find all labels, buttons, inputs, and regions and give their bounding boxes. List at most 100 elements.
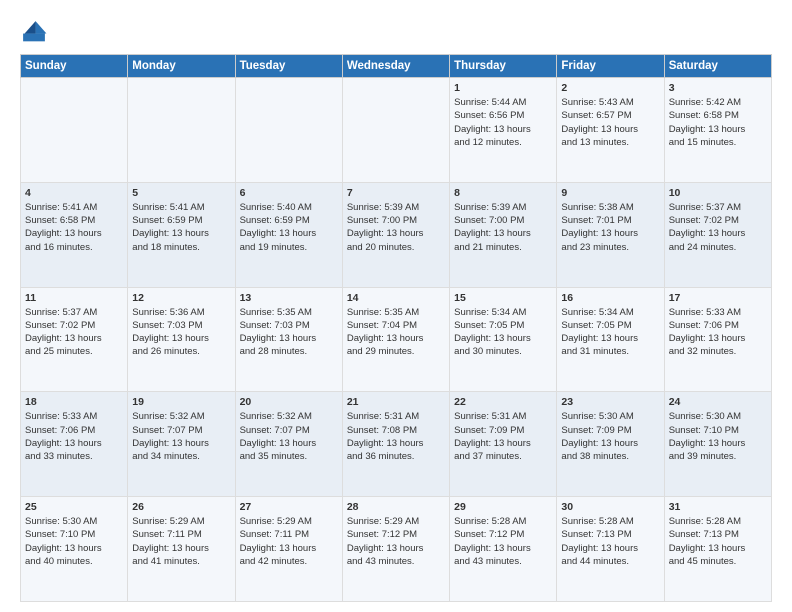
day-number: 26 (132, 501, 230, 513)
calendar-week-3: 11 Sunrise: 5:37 AM Sunset: 7:02 PM Dayli… (21, 287, 772, 392)
calendar-cell (342, 78, 449, 183)
day-number: 27 (240, 501, 338, 513)
cell-text: Sunrise: 5:31 AM Sunset: 7:08 PM Dayligh… (347, 410, 445, 463)
calendar-cell: 31Sunrise: 5:28 AM Sunset: 7:13 PM Dayli… (664, 497, 771, 602)
day-number: 2 (561, 82, 659, 94)
calendar-cell: 17 Sunrise: 5:33 AM Sunset: 7:06 PM Dayli… (664, 287, 771, 392)
cell-text: Sunrise: 5:35 AM Sunset: 7:04 PM Dayligh… (347, 306, 445, 359)
calendar-cell: 24Sunrise: 5:30 AM Sunset: 7:10 PM Dayli… (664, 392, 771, 497)
header-row: SundayMondayTuesdayWednesdayThursdayFrid… (21, 55, 772, 78)
calendar-cell: 16 Sunrise: 5:34 AM Sunset: 7:05 PM Dayli… (557, 287, 664, 392)
calendar-cell (235, 78, 342, 183)
calendar-cell: 8 Sunrise: 5:39 AM Sunset: 7:00 PM Daylig… (450, 182, 557, 287)
calendar-week-5: 25 Sunrise: 5:30 AM Sunset: 7:10 PM Dayli… (21, 497, 772, 602)
cell-text: Sunrise: 5:33 AM Sunset: 7:06 PM Dayligh… (669, 306, 767, 359)
cell-text: Sunrise: 5:30 AM Sunset: 7:10 PM Dayligh… (669, 410, 767, 463)
cell-text: Sunrise: 5:37 AM Sunset: 7:02 PM Dayligh… (669, 201, 767, 254)
calendar-cell: 3Sunrise: 5:42 AM Sunset: 6:58 PM Daylig… (664, 78, 771, 183)
cell-text: Sunrise: 5:41 AM Sunset: 6:59 PM Dayligh… (132, 201, 230, 254)
logo (20, 18, 52, 46)
day-number: 23 (561, 396, 659, 408)
day-number: 7 (347, 187, 445, 199)
cell-text: Sunrise: 5:29 AM Sunset: 7:11 PM Dayligh… (132, 515, 230, 568)
day-number: 10 (669, 187, 767, 199)
cell-text: Sunrise: 5:39 AM Sunset: 7:00 PM Dayligh… (347, 201, 445, 254)
day-header-tuesday: Tuesday (235, 55, 342, 78)
day-number: 20 (240, 396, 338, 408)
day-number: 9 (561, 187, 659, 199)
calendar-cell: 27 Sunrise: 5:29 AM Sunset: 7:11 PM Dayli… (235, 497, 342, 602)
day-number: 11 (25, 292, 123, 304)
day-number: 30 (561, 501, 659, 513)
calendar-cell: 28 Sunrise: 5:29 AM Sunset: 7:12 PM Dayli… (342, 497, 449, 602)
calendar-cell: 29Sunrise: 5:28 AM Sunset: 7:12 PM Dayli… (450, 497, 557, 602)
cell-text: Sunrise: 5:30 AM Sunset: 7:09 PM Dayligh… (561, 410, 659, 463)
calendar-cell: 21 Sunrise: 5:31 AM Sunset: 7:08 PM Dayli… (342, 392, 449, 497)
calendar-cell: 11 Sunrise: 5:37 AM Sunset: 7:02 PM Dayli… (21, 287, 128, 392)
logo-icon (20, 18, 48, 46)
calendar-table: SundayMondayTuesdayWednesdayThursdayFrid… (20, 54, 772, 602)
calendar-cell: 7 Sunrise: 5:39 AM Sunset: 7:00 PM Daylig… (342, 182, 449, 287)
calendar-week-1: 1Sunrise: 5:44 AM Sunset: 6:56 PM Daylig… (21, 78, 772, 183)
calendar-cell: 23 Sunrise: 5:30 AM Sunset: 7:09 PM Dayli… (557, 392, 664, 497)
header (20, 18, 772, 46)
cell-text: Sunrise: 5:38 AM Sunset: 7:01 PM Dayligh… (561, 201, 659, 254)
day-number: 31 (669, 501, 767, 513)
cell-text: Sunrise: 5:39 AM Sunset: 7:00 PM Dayligh… (454, 201, 552, 254)
calendar-cell: 14 Sunrise: 5:35 AM Sunset: 7:04 PM Dayli… (342, 287, 449, 392)
cell-text: Sunrise: 5:43 AM Sunset: 6:57 PM Dayligh… (561, 96, 659, 149)
calendar-cell: 4Sunrise: 5:41 AM Sunset: 6:58 PM Daylig… (21, 182, 128, 287)
day-number: 1 (454, 82, 552, 94)
day-number: 4 (25, 187, 123, 199)
day-number: 29 (454, 501, 552, 513)
day-number: 6 (240, 187, 338, 199)
cell-text: Sunrise: 5:40 AM Sunset: 6:59 PM Dayligh… (240, 201, 338, 254)
day-number: 19 (132, 396, 230, 408)
day-number: 14 (347, 292, 445, 304)
day-number: 3 (669, 82, 767, 94)
cell-text: Sunrise: 5:29 AM Sunset: 7:11 PM Dayligh… (240, 515, 338, 568)
calendar-cell: 5 Sunrise: 5:41 AM Sunset: 6:59 PM Daylig… (128, 182, 235, 287)
day-header-wednesday: Wednesday (342, 55, 449, 78)
calendar-week-2: 4Sunrise: 5:41 AM Sunset: 6:58 PM Daylig… (21, 182, 772, 287)
calendar-cell: 1Sunrise: 5:44 AM Sunset: 6:56 PM Daylig… (450, 78, 557, 183)
cell-text: Sunrise: 5:29 AM Sunset: 7:12 PM Dayligh… (347, 515, 445, 568)
cell-text: Sunrise: 5:31 AM Sunset: 7:09 PM Dayligh… (454, 410, 552, 463)
calendar-cell: 10 Sunrise: 5:37 AM Sunset: 7:02 PM Dayli… (664, 182, 771, 287)
calendar-cell (128, 78, 235, 183)
calendar-cell: 9 Sunrise: 5:38 AM Sunset: 7:01 PM Daylig… (557, 182, 664, 287)
calendar-header: SundayMondayTuesdayWednesdayThursdayFrid… (21, 55, 772, 78)
cell-text: Sunrise: 5:34 AM Sunset: 7:05 PM Dayligh… (561, 306, 659, 359)
day-header-monday: Monday (128, 55, 235, 78)
calendar-cell: 20 Sunrise: 5:32 AM Sunset: 7:07 PM Dayli… (235, 392, 342, 497)
day-header-saturday: Saturday (664, 55, 771, 78)
day-number: 13 (240, 292, 338, 304)
cell-text: Sunrise: 5:37 AM Sunset: 7:02 PM Dayligh… (25, 306, 123, 359)
day-header-sunday: Sunday (21, 55, 128, 78)
day-number: 8 (454, 187, 552, 199)
calendar-cell: 12Sunrise: 5:36 AM Sunset: 7:03 PM Dayli… (128, 287, 235, 392)
cell-text: Sunrise: 5:33 AM Sunset: 7:06 PM Dayligh… (25, 410, 123, 463)
day-number: 16 (561, 292, 659, 304)
day-number: 21 (347, 396, 445, 408)
cell-text: Sunrise: 5:30 AM Sunset: 7:10 PM Dayligh… (25, 515, 123, 568)
cell-text: Sunrise: 5:28 AM Sunset: 7:13 PM Dayligh… (561, 515, 659, 568)
calendar-cell: 25 Sunrise: 5:30 AM Sunset: 7:10 PM Dayli… (21, 497, 128, 602)
calendar-cell: 15Sunrise: 5:34 AM Sunset: 7:05 PM Dayli… (450, 287, 557, 392)
day-number: 25 (25, 501, 123, 513)
cell-text: Sunrise: 5:32 AM Sunset: 7:07 PM Dayligh… (240, 410, 338, 463)
calendar-cell: 13Sunrise: 5:35 AM Sunset: 7:03 PM Dayli… (235, 287, 342, 392)
day-number: 28 (347, 501, 445, 513)
calendar-cell: 30 Sunrise: 5:28 AM Sunset: 7:13 PM Dayli… (557, 497, 664, 602)
calendar-cell: 19Sunrise: 5:32 AM Sunset: 7:07 PM Dayli… (128, 392, 235, 497)
day-number: 17 (669, 292, 767, 304)
day-header-thursday: Thursday (450, 55, 557, 78)
calendar-cell: 2 Sunrise: 5:43 AM Sunset: 6:57 PM Daylig… (557, 78, 664, 183)
day-number: 12 (132, 292, 230, 304)
day-number: 5 (132, 187, 230, 199)
day-number: 18 (25, 396, 123, 408)
calendar-cell: 18 Sunrise: 5:33 AM Sunset: 7:06 PM Dayli… (21, 392, 128, 497)
calendar-cell: 26 Sunrise: 5:29 AM Sunset: 7:11 PM Dayli… (128, 497, 235, 602)
calendar-week-4: 18 Sunrise: 5:33 AM Sunset: 7:06 PM Dayli… (21, 392, 772, 497)
calendar-body: 1Sunrise: 5:44 AM Sunset: 6:56 PM Daylig… (21, 78, 772, 602)
